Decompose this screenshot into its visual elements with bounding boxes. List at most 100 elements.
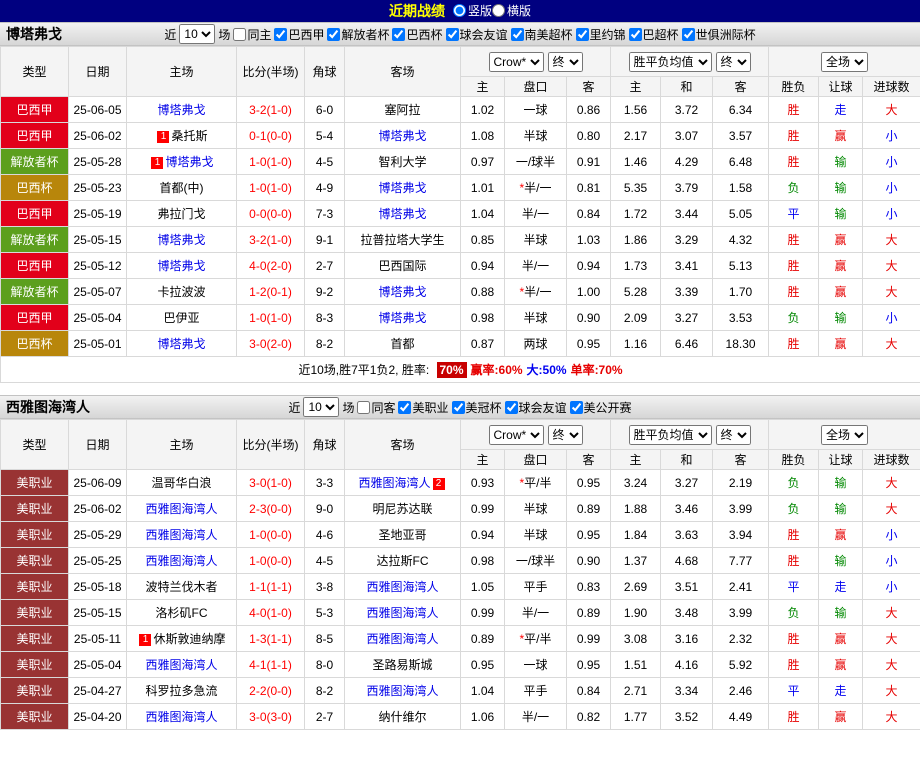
odds-final-select[interactable]: 终 bbox=[547, 424, 583, 445]
home-odds-cell: 1.08 bbox=[460, 122, 505, 149]
team-name[interactable]: 西雅图海湾人 bbox=[366, 606, 438, 620]
checkbox-input[interactable] bbox=[233, 27, 247, 41]
team-name[interactable]: 博塔弗戈 bbox=[157, 337, 205, 351]
filter-checkbox[interactable]: 巴西甲 bbox=[274, 26, 324, 43]
scope-select[interactable]: 全场 bbox=[821, 51, 869, 72]
version-radio[interactable]: 竖版 bbox=[452, 2, 492, 19]
team-name[interactable]: 塞阿拉 bbox=[384, 103, 420, 117]
filter-checkbox[interactable]: 巴西杯 bbox=[392, 26, 443, 43]
team-name[interactable]: 西雅图海湾人 bbox=[366, 684, 438, 698]
version-radio[interactable]: 横版 bbox=[492, 2, 531, 19]
match-count-select[interactable]: 10 bbox=[179, 24, 216, 44]
team-name[interactable]: 温哥华白浪 bbox=[151, 476, 211, 490]
checkbox-input[interactable] bbox=[392, 27, 406, 41]
checkbox-input[interactable] bbox=[398, 400, 412, 414]
team-name[interactable]: 博塔弗戈 bbox=[378, 311, 426, 325]
team-name[interactable]: 弗拉门戈 bbox=[157, 207, 205, 221]
team-name[interactable]: 卡拉波波 bbox=[157, 285, 205, 299]
filter-checkbox[interactable]: 世俱洲际杯 bbox=[681, 26, 756, 43]
home-odds-cell: 1.06 bbox=[460, 703, 505, 730]
away-odds-cell: 0.84 bbox=[565, 200, 612, 227]
home-team-cell: 西雅图海湾人 bbox=[126, 521, 237, 548]
team-name[interactable]: 桑托斯 bbox=[171, 129, 207, 143]
team-name[interactable]: 博塔弗戈 bbox=[378, 285, 426, 299]
team-name[interactable]: 达拉斯FC bbox=[377, 554, 429, 568]
away-team-cell: 博塔弗戈 bbox=[344, 122, 461, 149]
checkbox-input[interactable] bbox=[575, 27, 589, 41]
filter-checkbox[interactable]: 里约锦 bbox=[575, 26, 626, 43]
league-cell: 巴西甲 bbox=[0, 96, 69, 123]
checkbox-input[interactable] bbox=[357, 400, 371, 414]
team-name[interactable]: 博塔弗戈 bbox=[157, 259, 205, 273]
filter-checkbox[interactable]: 同客 bbox=[357, 399, 395, 416]
handicap-result-cell: 赢 bbox=[818, 252, 864, 279]
score-cell: 2-2(0-0) bbox=[236, 677, 305, 704]
team-name[interactable]: 西雅图海湾人 bbox=[145, 554, 217, 568]
team-name[interactable]: 智利大学 bbox=[378, 155, 426, 169]
radio-input[interactable] bbox=[452, 4, 466, 17]
checkbox-input[interactable] bbox=[510, 27, 524, 41]
away-team-cell: 首都 bbox=[344, 330, 461, 357]
euro-odds-select[interactable]: 胜平负均值 bbox=[628, 424, 712, 445]
team-name[interactable]: 圣路易斯城 bbox=[372, 658, 432, 672]
odds-final-select[interactable]: 终 bbox=[547, 51, 583, 72]
checkbox-input[interactable] bbox=[628, 27, 642, 41]
team-name[interactable]: 明尼苏达联 bbox=[372, 502, 432, 516]
team-name[interactable]: 博塔弗戈 bbox=[378, 207, 426, 221]
team-name[interactable]: 博塔弗戈 bbox=[378, 181, 426, 195]
checkbox-input[interactable] bbox=[504, 400, 518, 414]
filter-checkbox[interactable]: 同主 bbox=[233, 26, 271, 43]
checkbox-input[interactable] bbox=[451, 400, 465, 414]
checkbox-input[interactable] bbox=[274, 27, 288, 41]
checkbox-input[interactable] bbox=[681, 27, 695, 41]
team-name[interactable]: 西雅图海湾人 bbox=[145, 502, 217, 516]
filter-checkbox[interactable]: 球会友谊 bbox=[504, 399, 567, 416]
team-name[interactable]: 西雅图海湾人 bbox=[145, 710, 217, 724]
euro-final-select[interactable]: 终 bbox=[715, 424, 751, 445]
checkbox-input[interactable] bbox=[445, 27, 459, 41]
checkbox-input[interactable] bbox=[569, 400, 583, 414]
team-name[interactable]: 休斯敦迪纳摩 bbox=[153, 632, 225, 646]
team-name[interactable]: 博塔弗戈 bbox=[378, 129, 426, 143]
team-name[interactable]: 西雅图海湾人 bbox=[366, 580, 438, 594]
team-name[interactable]: 首都 bbox=[390, 337, 414, 351]
filter-checkbox[interactable]: 美职业 bbox=[398, 399, 449, 416]
match-count-select[interactable]: 10 bbox=[303, 397, 340, 417]
odds-company-select[interactable]: Crow* bbox=[488, 51, 544, 72]
team-name[interactable]: 西雅图海湾人 bbox=[366, 632, 438, 646]
filter-checkbox[interactable]: 美冠杯 bbox=[451, 399, 502, 416]
scope-select[interactable]: 全场 bbox=[821, 424, 869, 445]
euro-away-cell: 7.77 bbox=[712, 547, 770, 574]
team-name[interactable]: 西雅图海湾人 bbox=[145, 658, 217, 672]
team-name[interactable]: 首都(中) bbox=[160, 181, 204, 195]
team-name[interactable]: 西雅图海湾人 bbox=[145, 528, 217, 542]
near-label: 近 bbox=[288, 400, 301, 415]
radio-input[interactable] bbox=[492, 4, 505, 17]
filter-checkbox[interactable]: 南美超杯 bbox=[510, 26, 573, 43]
team-name[interactable]: 圣地亚哥 bbox=[378, 528, 426, 542]
filter-checkbox[interactable]: 巴超杯 bbox=[628, 26, 679, 43]
handicap-result-cell: 走 bbox=[818, 677, 864, 704]
odds-company-select[interactable]: Crow* bbox=[488, 424, 544, 445]
euro-final-select[interactable]: 终 bbox=[715, 51, 751, 72]
team-name[interactable]: 西雅图海湾人 bbox=[358, 476, 430, 490]
corner-cell: 9-0 bbox=[304, 495, 345, 522]
team-name[interactable]: 巴西国际 bbox=[378, 259, 426, 273]
team-name[interactable]: 科罗拉多急流 bbox=[145, 684, 217, 698]
team-name[interactable]: 博塔弗戈 bbox=[165, 155, 213, 169]
team-name[interactable]: 博塔弗戈 bbox=[157, 103, 205, 117]
euro-odds-select[interactable]: 胜平负均值 bbox=[628, 51, 712, 72]
team-name[interactable]: 洛杉矶FC bbox=[156, 606, 208, 620]
team-name[interactable]: 波特兰伐木者 bbox=[145, 580, 217, 594]
filter-checkbox[interactable]: 解放者杯 bbox=[327, 26, 389, 43]
filter-checkbox[interactable]: 美公开赛 bbox=[569, 399, 632, 416]
checkbox-input[interactable] bbox=[327, 27, 341, 41]
team-name[interactable]: 博塔弗戈 bbox=[157, 233, 205, 247]
filter-checkbox[interactable]: 球会友谊 bbox=[445, 26, 508, 43]
team-name[interactable]: 拉普拉塔大学生 bbox=[360, 233, 444, 247]
handicap-result-cell: 赢 bbox=[818, 521, 864, 548]
league-cell: 解放者杯 bbox=[0, 148, 69, 175]
team-name[interactable]: 巴伊亚 bbox=[163, 311, 199, 325]
card-badge: 2 bbox=[432, 477, 445, 490]
team-name[interactable]: 纳什维尔 bbox=[378, 710, 426, 724]
